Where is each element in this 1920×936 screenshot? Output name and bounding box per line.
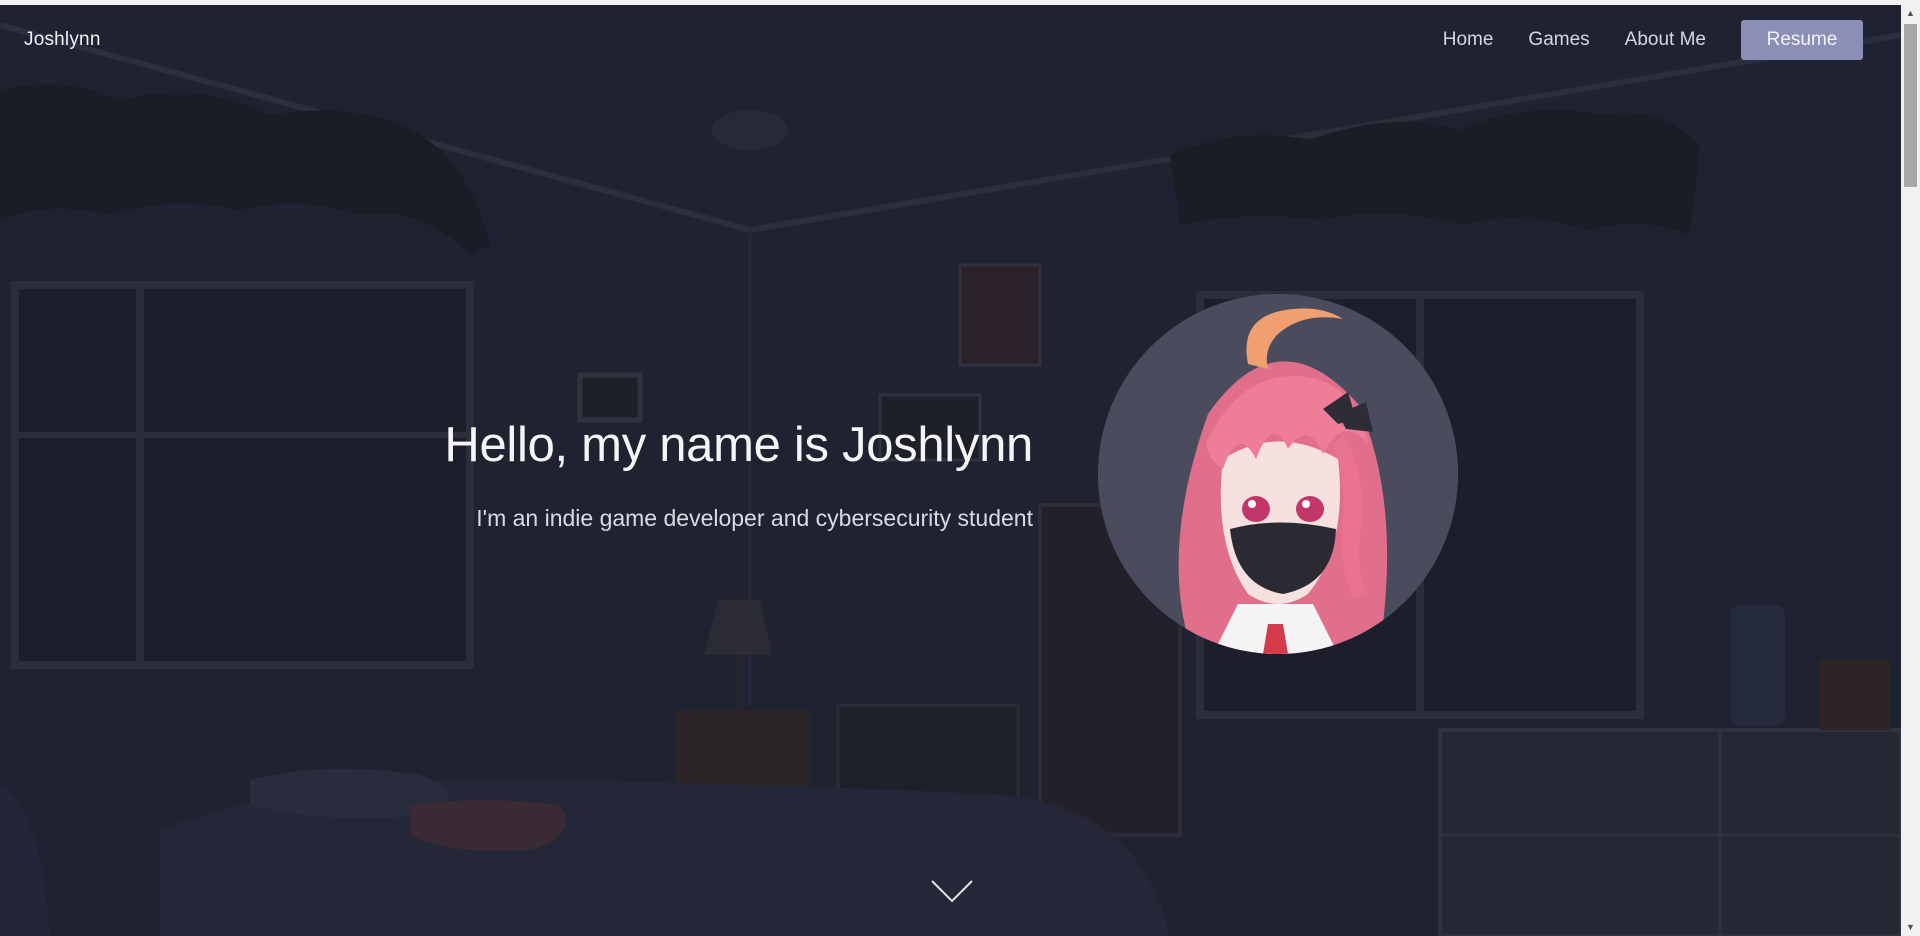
nav-link-games[interactable]: Games	[1528, 29, 1589, 51]
nav-link-home[interactable]: Home	[1443, 29, 1494, 51]
page-viewport: Joshlynn Home Games About Me Resume Hell…	[0, 5, 1901, 936]
chevron-down-icon[interactable]	[930, 877, 974, 905]
nav-link-about-me[interactable]: About Me	[1625, 29, 1706, 51]
arrow-down-icon[interactable]: ▼	[1901, 919, 1920, 936]
hero-title: Hello, my name is Joshlynn	[444, 418, 1033, 472]
navbar: Joshlynn Home Games About Me Resume	[0, 5, 1901, 75]
nav-links: Home Games About Me Resume	[1443, 20, 1863, 60]
vertical-scrollbar[interactable]: ▲ ▼	[1901, 5, 1920, 936]
arrow-up-icon[interactable]: ▲	[1901, 5, 1920, 22]
avatar	[1098, 294, 1458, 654]
scrollbar-thumb[interactable]	[1904, 24, 1917, 187]
hero-subtitle: I'm an indie game developer and cybersec…	[476, 505, 1033, 531]
resume-button[interactable]: Resume	[1741, 20, 1863, 60]
brand-link[interactable]: Joshlynn	[24, 29, 101, 51]
